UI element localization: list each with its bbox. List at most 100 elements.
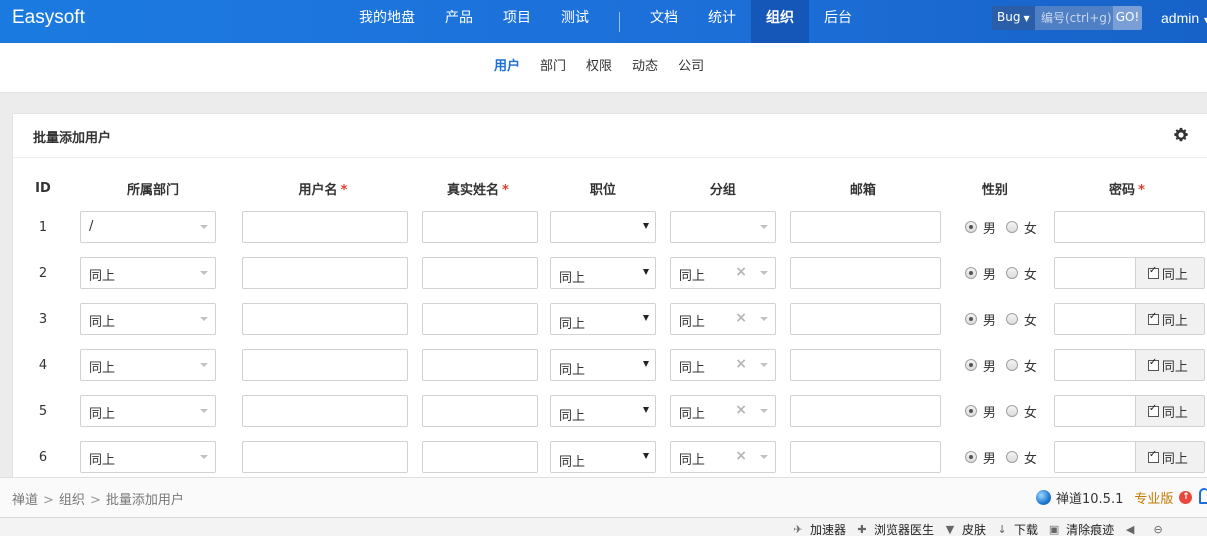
zoom-tool[interactable]: ⊖	[1152, 523, 1170, 536]
dept-select[interactable]: /	[79, 211, 216, 243]
brand-logo[interactable]: Easysoft	[12, 7, 85, 29]
email-input[interactable]	[789, 349, 941, 381]
nav-item-doc[interactable]: 文档	[635, 0, 693, 43]
nav-item-qa[interactable]: 测试	[546, 0, 604, 43]
account-input[interactable]	[241, 303, 408, 335]
gender-male-option[interactable]: 男	[964, 402, 996, 421]
dept-select[interactable]: 同上	[79, 349, 216, 381]
dept-select[interactable]: 同上	[79, 395, 216, 427]
email-input[interactable]	[789, 303, 941, 335]
clear-icon[interactable]: ×	[735, 448, 747, 464]
radio-unchecked-icon[interactable]	[1005, 221, 1018, 233]
group-select[interactable]: 同上 ×	[669, 257, 776, 289]
radio-checked-icon[interactable]	[964, 221, 977, 233]
nav-item-product[interactable]: 产品	[430, 0, 488, 43]
password-input[interactable]	[1053, 303, 1136, 335]
checkbox-checked-icon[interactable]	[1147, 311, 1159, 325]
account-input[interactable]	[241, 257, 408, 289]
search-input[interactable]	[1035, 6, 1113, 30]
gender-female-option[interactable]: 女	[1005, 356, 1037, 375]
same-as-above-toggle[interactable]: 同上	[1135, 303, 1205, 335]
radio-checked-icon[interactable]	[964, 267, 977, 279]
realname-input[interactable]	[421, 303, 538, 335]
nav-item-admin[interactable]: 后台	[809, 0, 867, 43]
account-input[interactable]	[241, 211, 408, 243]
role-select[interactable]: 同上	[549, 303, 656, 335]
group-select[interactable]	[669, 211, 776, 243]
gender-female-option[interactable]: 女	[1005, 448, 1037, 467]
clear-icon[interactable]: ×	[735, 264, 747, 280]
gender-male-option[interactable]: 男	[964, 356, 996, 375]
email-input[interactable]	[789, 395, 941, 427]
radio-checked-icon[interactable]	[964, 451, 977, 463]
dept-select[interactable]: 同上	[79, 303, 216, 335]
nav-item-project[interactable]: 项目	[488, 0, 546, 43]
nav-item-company[interactable]: 组织	[751, 0, 809, 43]
checkbox-checked-icon[interactable]	[1147, 357, 1159, 371]
nav-item-report[interactable]: 统计	[693, 0, 751, 43]
same-as-above-toggle[interactable]: 同上	[1135, 395, 1205, 427]
radio-checked-icon[interactable]	[964, 313, 977, 325]
password-input[interactable]	[1053, 349, 1136, 381]
account-input[interactable]	[241, 349, 408, 381]
radio-unchecked-icon[interactable]	[1005, 359, 1018, 371]
role-select[interactable]: 同上	[549, 395, 656, 427]
gender-female-option[interactable]: 女	[1005, 310, 1037, 329]
checkbox-checked-icon[interactable]	[1147, 265, 1159, 279]
nav-item-my[interactable]: 我的地盘	[344, 0, 430, 43]
dept-select[interactable]: 同上	[79, 257, 216, 289]
role-select[interactable]	[549, 211, 656, 243]
skin-tool[interactable]: ▼ 皮肤	[944, 521, 986, 536]
realname-input[interactable]	[421, 395, 538, 427]
realname-input[interactable]	[421, 211, 538, 243]
user-menu[interactable]: admin ▼	[1161, 10, 1207, 26]
gender-female-option[interactable]: 女	[1005, 264, 1037, 283]
breadcrumb-item-home[interactable]: 禅道	[12, 493, 38, 508]
search-type-dropdown[interactable]: Bug ▼	[992, 6, 1035, 30]
radio-unchecked-icon[interactable]	[1005, 405, 1018, 417]
group-select[interactable]: 同上 ×	[669, 395, 776, 427]
radio-checked-icon[interactable]	[964, 359, 977, 371]
gender-male-option[interactable]: 男	[964, 448, 996, 467]
email-input[interactable]	[789, 441, 941, 473]
group-select[interactable]: 同上 ×	[669, 349, 776, 381]
password-input[interactable]	[1053, 441, 1136, 473]
subnav-item-dynamic[interactable]: 动态	[622, 57, 668, 77]
upgrade-icon[interactable]: ↑	[1179, 491, 1193, 504]
radio-unchecked-icon[interactable]	[1005, 313, 1018, 325]
clear-icon[interactable]: ×	[735, 356, 747, 372]
notification-bell-icon[interactable]	[1199, 488, 1207, 504]
account-input[interactable]	[241, 395, 408, 427]
version-info[interactable]: 禅道10.5.1 专业版 ↑	[1036, 488, 1193, 507]
download-tool[interactable]: ↓ 下载	[996, 521, 1038, 536]
gear-icon[interactable]	[1173, 127, 1189, 143]
email-input[interactable]	[789, 257, 941, 289]
role-select[interactable]: 同上	[549, 441, 656, 473]
account-input[interactable]	[241, 441, 408, 473]
gender-male-option[interactable]: 男	[964, 310, 996, 329]
radio-unchecked-icon[interactable]	[1005, 451, 1018, 463]
subnav-item-dept[interactable]: 部门	[530, 57, 576, 77]
subnav-item-company[interactable]: 公司	[668, 57, 714, 77]
clear-icon[interactable]: ×	[735, 310, 747, 326]
subnav-item-group[interactable]: 权限	[576, 57, 622, 77]
realname-input[interactable]	[421, 349, 538, 381]
group-select[interactable]: 同上 ×	[669, 441, 776, 473]
radio-unchecked-icon[interactable]	[1005, 267, 1018, 279]
radio-checked-icon[interactable]	[964, 405, 977, 417]
realname-input[interactable]	[421, 257, 538, 289]
email-input[interactable]	[789, 211, 941, 243]
same-as-above-toggle[interactable]: 同上	[1135, 257, 1205, 289]
role-select[interactable]: 同上	[549, 349, 656, 381]
edition-label[interactable]: 专业版	[1134, 488, 1173, 507]
gender-female-option[interactable]: 女	[1005, 218, 1037, 237]
dept-select[interactable]: 同上	[79, 441, 216, 473]
checkbox-checked-icon[interactable]	[1147, 449, 1159, 463]
same-as-above-toggle[interactable]: 同上	[1135, 441, 1205, 473]
gender-female-option[interactable]: 女	[1005, 402, 1037, 421]
gender-male-option[interactable]: 男	[964, 264, 996, 283]
gender-male-option[interactable]: 男	[964, 218, 996, 237]
breadcrumb-item-company[interactable]: 组织	[59, 493, 85, 508]
clear-traces-tool[interactable]: ▣ 清除痕迹	[1048, 521, 1114, 536]
same-as-above-toggle[interactable]: 同上	[1135, 349, 1205, 381]
